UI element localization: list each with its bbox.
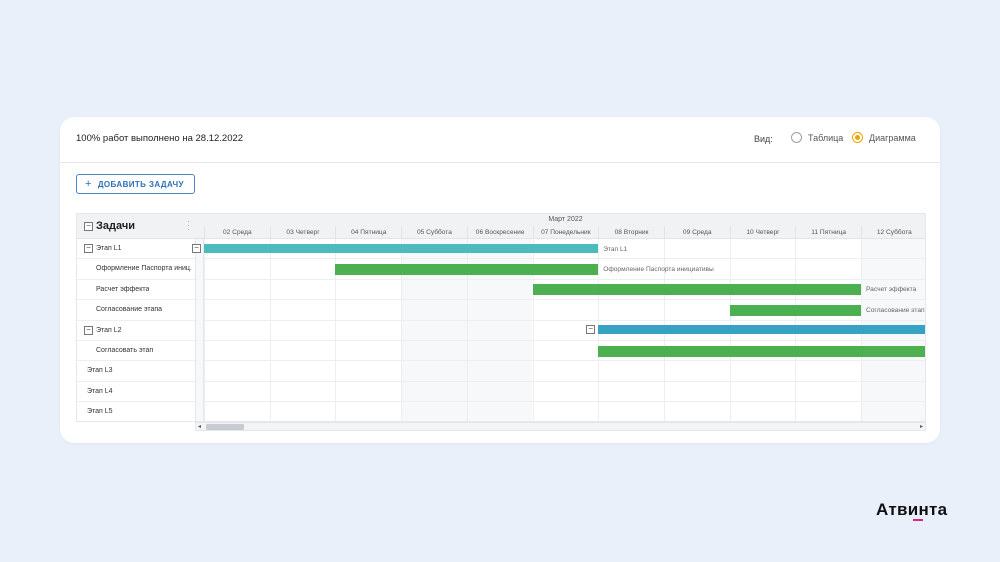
collapse-icon[interactable]: − — [192, 243, 201, 253]
day-column — [269, 239, 336, 421]
task-label: Согласование этапа — [96, 306, 163, 314]
task-row[interactable]: Согласование этапа — [77, 300, 195, 321]
day-header: 11 Пятница — [795, 226, 861, 239]
task-row[interactable]: Этап L4 — [77, 382, 195, 403]
task-label: Этап L5 — [87, 408, 113, 416]
day-header: 12 Суббота — [861, 226, 925, 239]
task-row[interactable]: Расчет эффекта — [77, 280, 195, 301]
row-divider — [204, 319, 925, 321]
scroll-left-icon[interactable]: ◂ — [198, 423, 201, 431]
radio-selected-icon[interactable] — [852, 132, 863, 143]
day-header: 02 Среда — [204, 226, 270, 239]
view-option-label: Диаграмма — [869, 132, 916, 143]
row-divider — [204, 340, 925, 341]
collapse-icon[interactable]: − — [586, 325, 596, 335]
timeline-chart: Март 2022 02 Среда 03 Четверг 04 Пятница 05… — [192, 214, 925, 421]
month-header: Март 2022 — [204, 214, 925, 226]
task-label: Расчет эффекта — [96, 285, 150, 293]
grid-splitter[interactable] — [195, 239, 204, 421]
day-header: 06 Воскресение — [466, 226, 533, 239]
task-row[interactable]: − Этап L1 — [77, 239, 195, 260]
task-label: Этап L4 — [87, 387, 113, 395]
add-task-label: ДОБАВИТЬ ЗАДАЧУ — [97, 179, 184, 189]
collapse-all-icon[interactable]: − — [84, 222, 93, 231]
task-row[interactable]: Согласовать этап — [77, 341, 195, 362]
day-header: 03 Четверг — [269, 226, 336, 239]
brand-accent-mark — [913, 519, 923, 521]
day-column — [204, 239, 270, 421]
task-label: Этап L3 — [87, 367, 113, 375]
card-header: 100% работ выполнено на 28.12.2022 Вид: … — [60, 117, 940, 163]
gantt-card: 100% работ выполнено на 28.12.2022 Вид: … — [60, 117, 940, 443]
day-header: 05 Суббота — [401, 226, 467, 239]
summary-bar[interactable] — [598, 325, 925, 335]
day-header: 04 Пятница — [335, 226, 401, 239]
row-divider — [204, 258, 925, 260]
row-divider — [204, 299, 925, 301]
scroll-thumb[interactable] — [206, 424, 244, 430]
add-task-button[interactable]: + ДОБАВИТЬ ЗАДАЧУ — [76, 174, 195, 194]
task-bar[interactable] — [729, 304, 861, 316]
scroll-right-icon[interactable]: ▸ — [920, 423, 923, 431]
row-divider — [204, 401, 925, 403]
view-option-label: Таблица — [808, 132, 844, 143]
row-divider — [204, 380, 925, 382]
bar-label: Этап L1 — [603, 245, 628, 253]
bar-label: Оформление Паспорта инициативы — [603, 265, 714, 273]
bar-label: Согласование этап — [866, 306, 925, 314]
task-list: − Этап L1 Оформление Паспорта иниц... Расче… — [77, 239, 195, 421]
column-menu-icon[interactable]: · · · — [187, 217, 190, 234]
row-divider — [204, 360, 925, 362]
day-header: 09 Среда — [663, 226, 730, 239]
collapse-icon[interactable]: − — [84, 244, 93, 253]
tasks-column-header: − Задачи · · · — [77, 214, 204, 239]
view-option-table[interactable]: Таблица — [791, 132, 843, 143]
day-header: 07 Понедельник — [532, 226, 599, 239]
gantt-chart: − Задачи · · · − Этап L1 Оформление Паспорта… — [76, 213, 926, 433]
plus-icon: + — [85, 177, 92, 190]
task-label: Оформление Паспорта иниц... — [96, 265, 192, 273]
task-label: Согласовать этап — [96, 346, 154, 354]
radio-icon[interactable] — [791, 132, 802, 143]
brand-logo: Атвинта — [876, 500, 948, 519]
day-header: 08 Вторник — [598, 226, 664, 239]
summary-bar[interactable] — [204, 243, 599, 253]
row-divider — [204, 278, 925, 280]
view-option-diagram[interactable]: Диаграмма — [852, 132, 916, 143]
task-row[interactable]: Этап L3 — [77, 361, 195, 382]
task-bar[interactable] — [532, 284, 861, 296]
gantt-grid: − Задачи · · · − Этап L1 Оформление Паспорта… — [76, 213, 926, 422]
task-bar[interactable] — [598, 345, 925, 357]
tasks-header-title: Задачи — [96, 220, 135, 232]
view-label: Вид: — [754, 134, 773, 144]
task-row[interactable]: Оформление Паспорта иниц... — [77, 259, 195, 280]
horizontal-scrollbar[interactable]: ◂ ▸ — [195, 422, 926, 431]
collapse-icon[interactable]: − — [84, 325, 93, 335]
task-row[interactable]: Этап L5 — [77, 402, 195, 421]
task-label: Этап L2 — [96, 326, 122, 334]
completion-status: 100% работ выполнено на 28.12.2022 — [76, 133, 244, 144]
bar-label: Расчет эффекта — [866, 286, 917, 294]
task-bar[interactable] — [335, 263, 599, 275]
task-row[interactable]: − Этап L2 — [77, 321, 195, 341]
days-header: 02 Среда 03 Четверг 04 Пятница 05 Суббота 06… — [204, 226, 925, 239]
task-label: Этап L1 — [96, 245, 122, 252]
day-header: 10 Четверг — [729, 226, 796, 239]
